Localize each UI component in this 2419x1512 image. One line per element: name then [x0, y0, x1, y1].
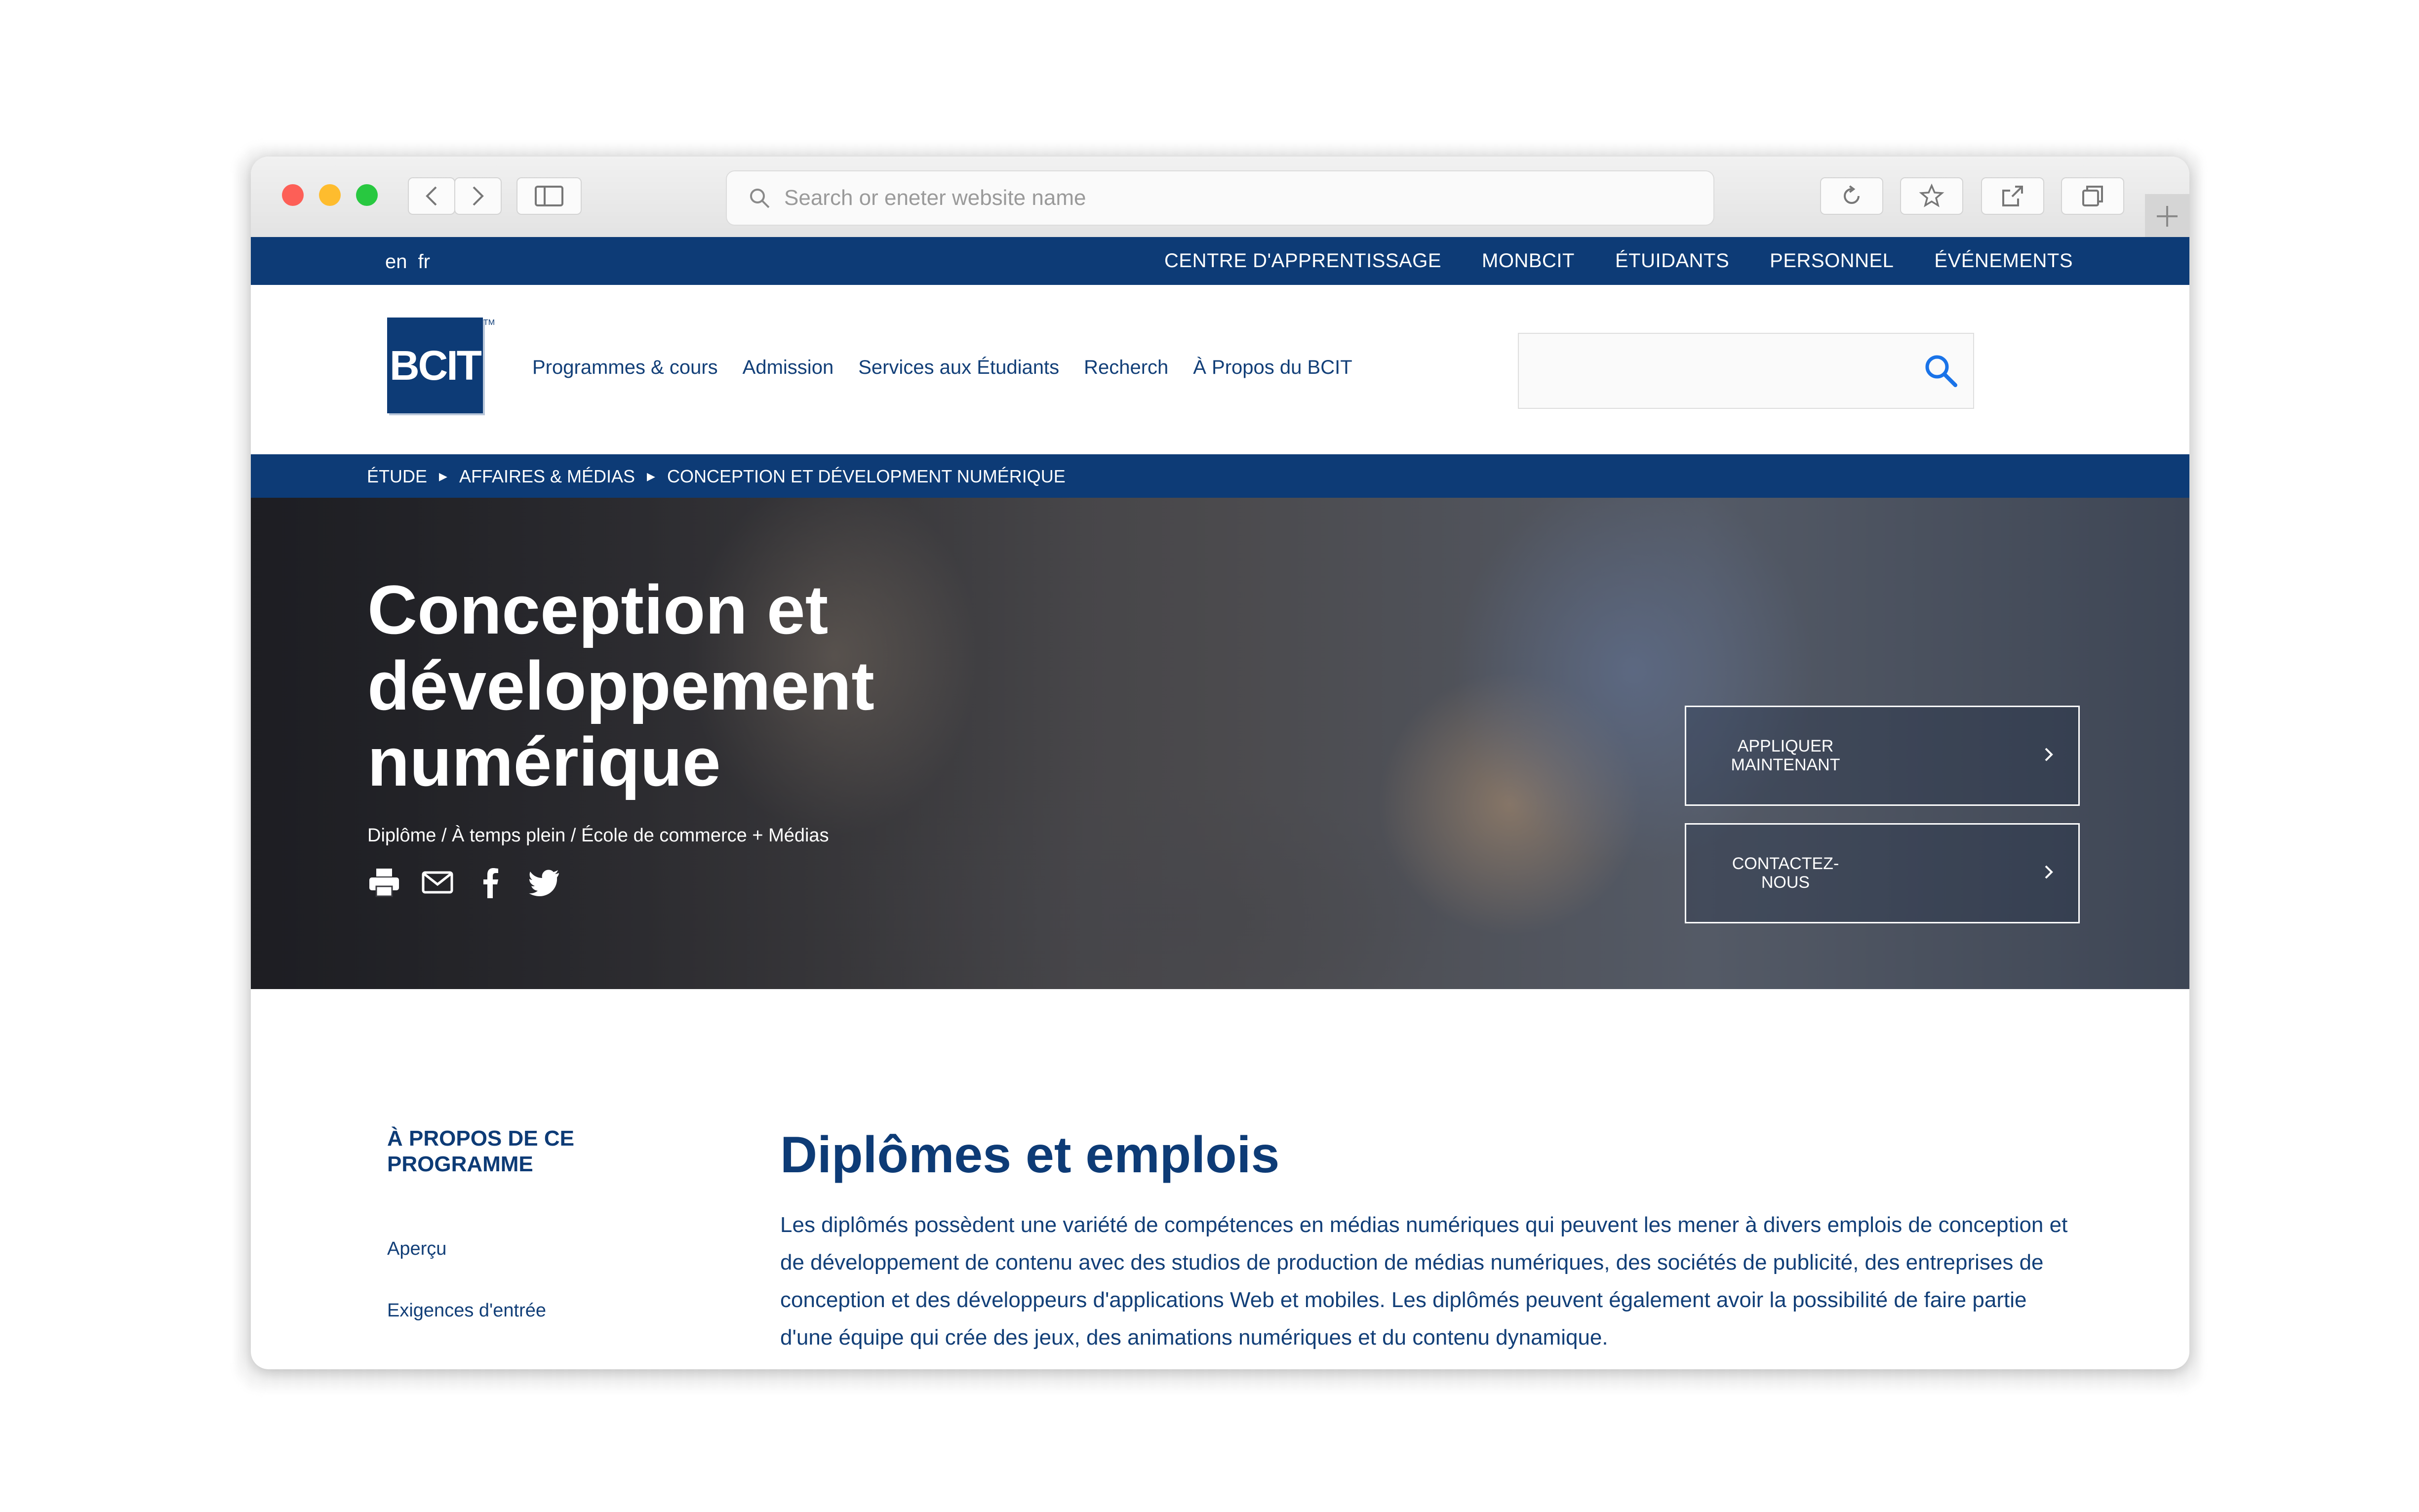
main-nav: Programmes & cours Admission Services au…: [532, 357, 1352, 379]
lang-en-link[interactable]: en: [385, 251, 407, 273]
plus-icon: [2157, 206, 2178, 227]
utility-link-events[interactable]: ÉVÉNEMENTS: [1934, 250, 2073, 272]
browser-window: en fr CENTRE D'APPRENTISSAGE MONBCIT ÉTU…: [251, 157, 2189, 1369]
minimize-window-button[interactable]: [319, 184, 341, 206]
browser-toolbar: [251, 157, 2189, 239]
chevron-right-icon: [2045, 748, 2053, 761]
share-icon: [2002, 186, 2023, 206]
sidebar-icon: [535, 186, 563, 206]
address-bar[interactable]: [726, 170, 1714, 226]
zoom-window-button[interactable]: [356, 184, 378, 206]
sidebar-toggle-button[interactable]: [516, 177, 582, 215]
nav-student-services[interactable]: Services aux Étudiants: [858, 357, 1059, 379]
chevron-left-icon: [426, 186, 437, 206]
lang-fr-link[interactable]: fr: [418, 251, 430, 273]
address-input[interactable]: [783, 185, 1674, 211]
reload-button[interactable]: [1820, 177, 1883, 215]
bookmark-button[interactable]: [1900, 177, 1963, 215]
facebook-icon[interactable]: [474, 866, 508, 899]
tabs-overview-button[interactable]: [2061, 177, 2124, 215]
breadcrumb-item-business-media[interactable]: AFFAIRES & MÉDIAS: [459, 466, 635, 487]
page-title: Conception et développement numérique: [367, 571, 874, 800]
apply-now-button[interactable]: APPLIQUER MAINTENANT: [1685, 706, 2080, 806]
apply-now-label: APPLIQUER MAINTENANT: [1731, 737, 1840, 774]
nav-programs[interactable]: Programmes & cours: [532, 357, 718, 379]
logo-trademark: TM: [483, 318, 495, 327]
bcit-logo[interactable]: BCIT: [387, 318, 483, 413]
tabs-icon: [2082, 186, 2103, 206]
language-switcher: en fr: [385, 251, 430, 273]
nav-research[interactable]: Recherch: [1084, 357, 1168, 379]
search-icon[interactable]: [1923, 353, 1958, 388]
sidebar-link-entry-requirements[interactable]: Exigences d'entrée: [387, 1300, 546, 1321]
new-tab-button[interactable]: [2145, 194, 2189, 239]
breadcrumb-item-current: CONCEPTION ET DÉVELOPMENT NUMÉRIQUE: [667, 466, 1066, 486]
share-icons: [367, 866, 561, 899]
sidebar-heading: À PROPOS DE CE PROGRAMME: [387, 1126, 574, 1176]
utility-link-staff[interactable]: PERSONNEL: [1770, 250, 1894, 272]
search-icon: [750, 189, 770, 208]
utility-link-learning-centre[interactable]: CENTRE D'APPRENTISSAGE: [1164, 250, 1441, 272]
utility-bar: en fr CENTRE D'APPRENTISSAGE MONBCIT ÉTU…: [251, 237, 2189, 285]
reload-icon: [1844, 185, 1860, 204]
contact-us-label: CONTACTEZ-NOUS: [1732, 854, 1839, 892]
back-button[interactable]: [408, 177, 455, 215]
twitter-icon[interactable]: [527, 866, 561, 899]
contact-us-button[interactable]: CONTACTEZ-NOUS: [1685, 823, 2080, 923]
site-search-input[interactable]: [1518, 333, 1974, 409]
star-icon: [1919, 184, 1944, 207]
breadcrumb-item-study[interactable]: ÉTUDE: [367, 466, 427, 487]
print-icon[interactable]: [367, 866, 401, 899]
caret-right-icon: ▶: [647, 470, 655, 482]
forward-button[interactable]: [454, 177, 502, 215]
breadcrumb-bar: ÉTUDE ▶ AFFAIRES & MÉDIAS ▶ CONCEPTION E…: [251, 454, 2189, 498]
site-header: BCIT TM Programmes & cours Admission Ser…: [251, 285, 2189, 454]
section-title: Diplômes et emplois: [780, 1126, 1280, 1184]
close-window-button[interactable]: [282, 184, 304, 206]
utility-nav: CENTRE D'APPRENTISSAGE MONBCIT ÉTUIDANTS…: [1164, 250, 2073, 272]
section-body: Les diplômés possèdent une variété de co…: [780, 1213, 2068, 1350]
nav-about[interactable]: À Propos du BCIT: [1193, 357, 1352, 379]
hero-banner: Conception et développement numérique Di…: [251, 498, 2189, 989]
utility-link-mybcit[interactable]: MONBCIT: [1482, 250, 1575, 272]
utility-link-students[interactable]: ÉTUIDANTS: [1615, 250, 1729, 272]
nav-admission[interactable]: Admission: [743, 357, 834, 379]
caret-right-icon: ▶: [439, 470, 447, 482]
breadcrumb: ÉTUDE ▶ AFFAIRES & MÉDIAS ▶ CONCEPTION E…: [367, 466, 1066, 487]
sidebar-link-overview[interactable]: Aperçu: [387, 1238, 446, 1260]
chevron-right-icon: [473, 186, 484, 206]
program-meta: Diplôme / À temps plein / École de comme…: [367, 825, 829, 846]
email-icon[interactable]: [421, 866, 454, 899]
chevron-right-icon: [2045, 865, 2053, 879]
share-button[interactable]: [1981, 177, 2044, 215]
